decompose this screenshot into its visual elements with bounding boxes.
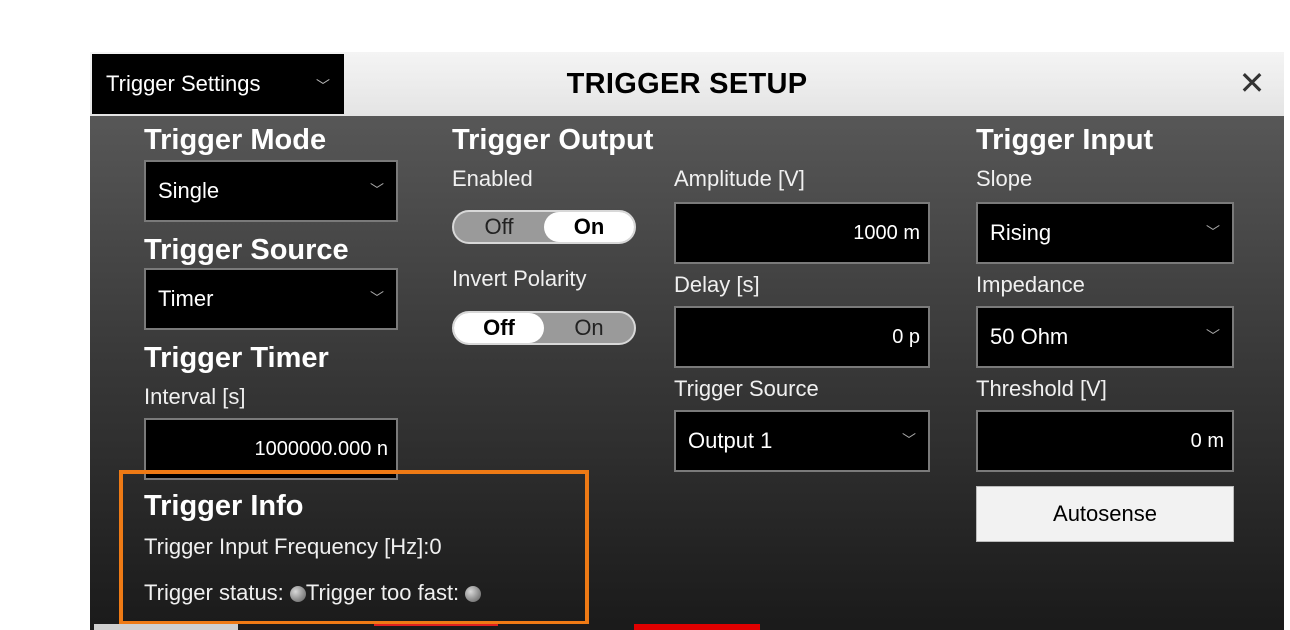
chevron-down-icon: ﹀ — [1206, 328, 1220, 344]
trigger-input-heading: Trigger Input — [976, 124, 1154, 156]
bottom-strip-alert — [634, 624, 760, 630]
output-trigger-source-label: Trigger Source — [674, 376, 819, 401]
chevron-down-icon: ﹀ — [370, 182, 384, 198]
enabled-toggle-off[interactable]: Off — [454, 212, 544, 242]
impedance-dropdown[interactable]: 50 Ohm ﹀ — [976, 306, 1234, 368]
trigger-info-highlight-box — [119, 470, 589, 625]
trigger-timer-heading: Trigger Timer — [144, 342, 329, 374]
amplitude-label: Amplitude [V] — [674, 166, 805, 191]
invert-polarity-toggle-on[interactable]: On — [544, 313, 634, 343]
impedance-label: Impedance — [976, 272, 1085, 297]
threshold-label: Threshold [V] — [976, 376, 1107, 401]
trigger-source-dropdown[interactable]: Timer ﹀ — [144, 268, 398, 330]
trigger-source-heading: Trigger Source — [144, 234, 349, 266]
chevron-down-icon: ﹀ — [370, 290, 384, 306]
interval-label: Interval [s] — [144, 384, 246, 409]
trigger-output-heading: Trigger Output — [452, 124, 654, 156]
slope-dropdown[interactable]: Rising ﹀ — [976, 202, 1234, 264]
enabled-toggle[interactable]: Off On — [452, 210, 636, 244]
output-trigger-source-value: Output 1 — [688, 428, 773, 453]
window-title: TRIGGER SETUP — [566, 68, 808, 100]
autosense-button[interactable]: Autosense — [976, 486, 1234, 542]
delay-input[interactable]: 0 p — [674, 306, 930, 368]
impedance-value: 50 Ohm — [990, 324, 1069, 349]
delay-label: Delay [s] — [674, 272, 760, 297]
amplitude-input[interactable]: 1000 m — [674, 202, 930, 264]
invert-polarity-toggle-off[interactable]: Off — [454, 313, 544, 343]
bottom-toolbar-strip — [90, 624, 1284, 630]
chevron-down-icon: ﹀ — [902, 432, 916, 448]
trigger-mode-value: Single — [158, 178, 220, 203]
enabled-label: Enabled — [452, 166, 533, 191]
chevron-down-icon: ﹀ — [1206, 224, 1220, 240]
trigger-mode-heading: Trigger Mode — [144, 124, 327, 156]
slope-value: Rising — [990, 220, 1052, 245]
invert-polarity-label: Invert Polarity — [452, 266, 587, 291]
enabled-toggle-on[interactable]: On — [544, 212, 634, 242]
title-bar: Trigger Settings ﹀ TRIGGER SETUP ✕ — [90, 52, 1284, 116]
close-icon[interactable]: ✕ — [1220, 52, 1284, 116]
output-trigger-source-dropdown[interactable]: Output 1 ﹀ — [674, 410, 930, 472]
trigger-mode-dropdown[interactable]: Single ﹀ — [144, 160, 398, 222]
trigger-source-value: Timer — [158, 286, 214, 311]
threshold-input[interactable]: 0 m — [976, 410, 1234, 472]
invert-polarity-toggle[interactable]: Off On — [452, 311, 636, 345]
bottom-strip-tab — [94, 624, 238, 630]
bottom-strip-marker — [374, 624, 498, 630]
slope-label: Slope — [976, 166, 1033, 191]
